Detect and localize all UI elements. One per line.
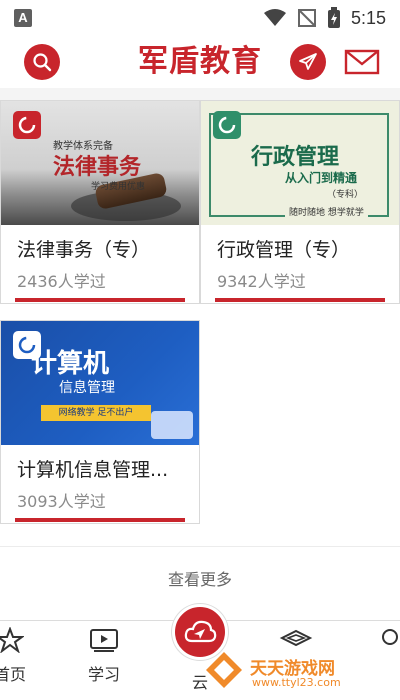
notification-app-icon: A xyxy=(14,9,32,27)
share-button[interactable] xyxy=(290,44,326,80)
battery-charging-icon xyxy=(327,7,340,28)
cover-title: 行政管理 xyxy=(251,144,340,170)
nav-item-home[interactable]: 首页 xyxy=(0,626,40,685)
course-learner-count: 9342人学过 xyxy=(217,272,306,291)
status-icons: 5:15 xyxy=(263,6,386,30)
cloud-send-icon xyxy=(184,620,217,643)
brand-logo: 军盾教育 xyxy=(138,44,262,79)
clock: 5:15 xyxy=(350,7,386,28)
course-learner-count: 3093人学过 xyxy=(17,492,106,511)
mail-icon xyxy=(344,49,380,75)
card-accent-bar xyxy=(15,298,185,302)
status-bar: A 5:15 xyxy=(0,0,400,36)
cover-ribbon: 网络教学 足不出户 xyxy=(41,405,151,421)
message-button[interactable] xyxy=(344,48,380,76)
app-header: 军盾教育 xyxy=(0,36,400,88)
course-card-law[interactable]: 教学体系完备 法律事务 学习费用优惠 法律事务（专） 2436人学过 xyxy=(0,100,200,304)
nav-label: 首页 xyxy=(0,665,26,684)
card-accent-bar xyxy=(15,518,185,522)
course-cover-law: 教学体系完备 法律事务 学习费用优惠 xyxy=(1,101,199,225)
watermark-badge: 天天游戏网 www.ttyl23.com xyxy=(200,646,396,694)
cover-subtitle: 学习费用优惠 xyxy=(91,182,146,192)
cover-tag: （专科） xyxy=(327,190,364,200)
course-cover-admin: 行政管理 从入门到精通 （专科） 随时随地 想学就学 xyxy=(201,101,399,225)
cover-title: 法律事务 xyxy=(53,154,142,180)
nav-label: 学习 xyxy=(87,665,120,684)
see-more-link[interactable]: 查看更多 xyxy=(0,566,400,590)
brand-badge-icon xyxy=(13,111,41,139)
video-book-icon xyxy=(90,629,118,652)
search-icon xyxy=(33,53,52,72)
course-title: 行政管理（专） xyxy=(217,239,351,261)
course-card-computer[interactable]: 计算机 信息管理 网络教学 足不出户 计算机信息管理... 3093人学过 xyxy=(0,320,200,524)
brand-badge-icon xyxy=(213,111,241,139)
home-star-icon xyxy=(0,626,26,654)
course-card-admin[interactable]: 行政管理 从入门到精通 （专科） 随时随地 想学就学 行政管理（专） 9342人… xyxy=(200,100,400,304)
computer-illustration xyxy=(151,411,193,439)
watermark-logo-icon xyxy=(206,652,242,688)
nav-item-study[interactable]: 学习 xyxy=(74,627,134,685)
search-button[interactable] xyxy=(24,44,60,80)
no-signal-icon xyxy=(297,9,316,27)
cover-subtitle: 从入门到精通 xyxy=(285,171,358,185)
cover-footer: 随时随地 想学就学 xyxy=(285,205,368,218)
wifi-icon xyxy=(263,9,286,26)
section-divider xyxy=(0,546,400,547)
watermark-url: www.ttyl23.com xyxy=(252,676,341,689)
course-learner-count: 2436人学过 xyxy=(17,272,106,291)
cover-title: 计算机 xyxy=(31,349,110,379)
header-divider xyxy=(0,88,400,100)
card-accent-bar xyxy=(215,298,385,302)
course-title: 法律事务（专） xyxy=(17,239,151,261)
paper-plane-icon xyxy=(299,53,317,70)
course-title: 计算机信息管理... xyxy=(17,459,169,481)
cover-subtitle: 信息管理 xyxy=(59,380,115,396)
course-cover-computer: 计算机 信息管理 网络教学 足不出户 xyxy=(1,321,199,445)
